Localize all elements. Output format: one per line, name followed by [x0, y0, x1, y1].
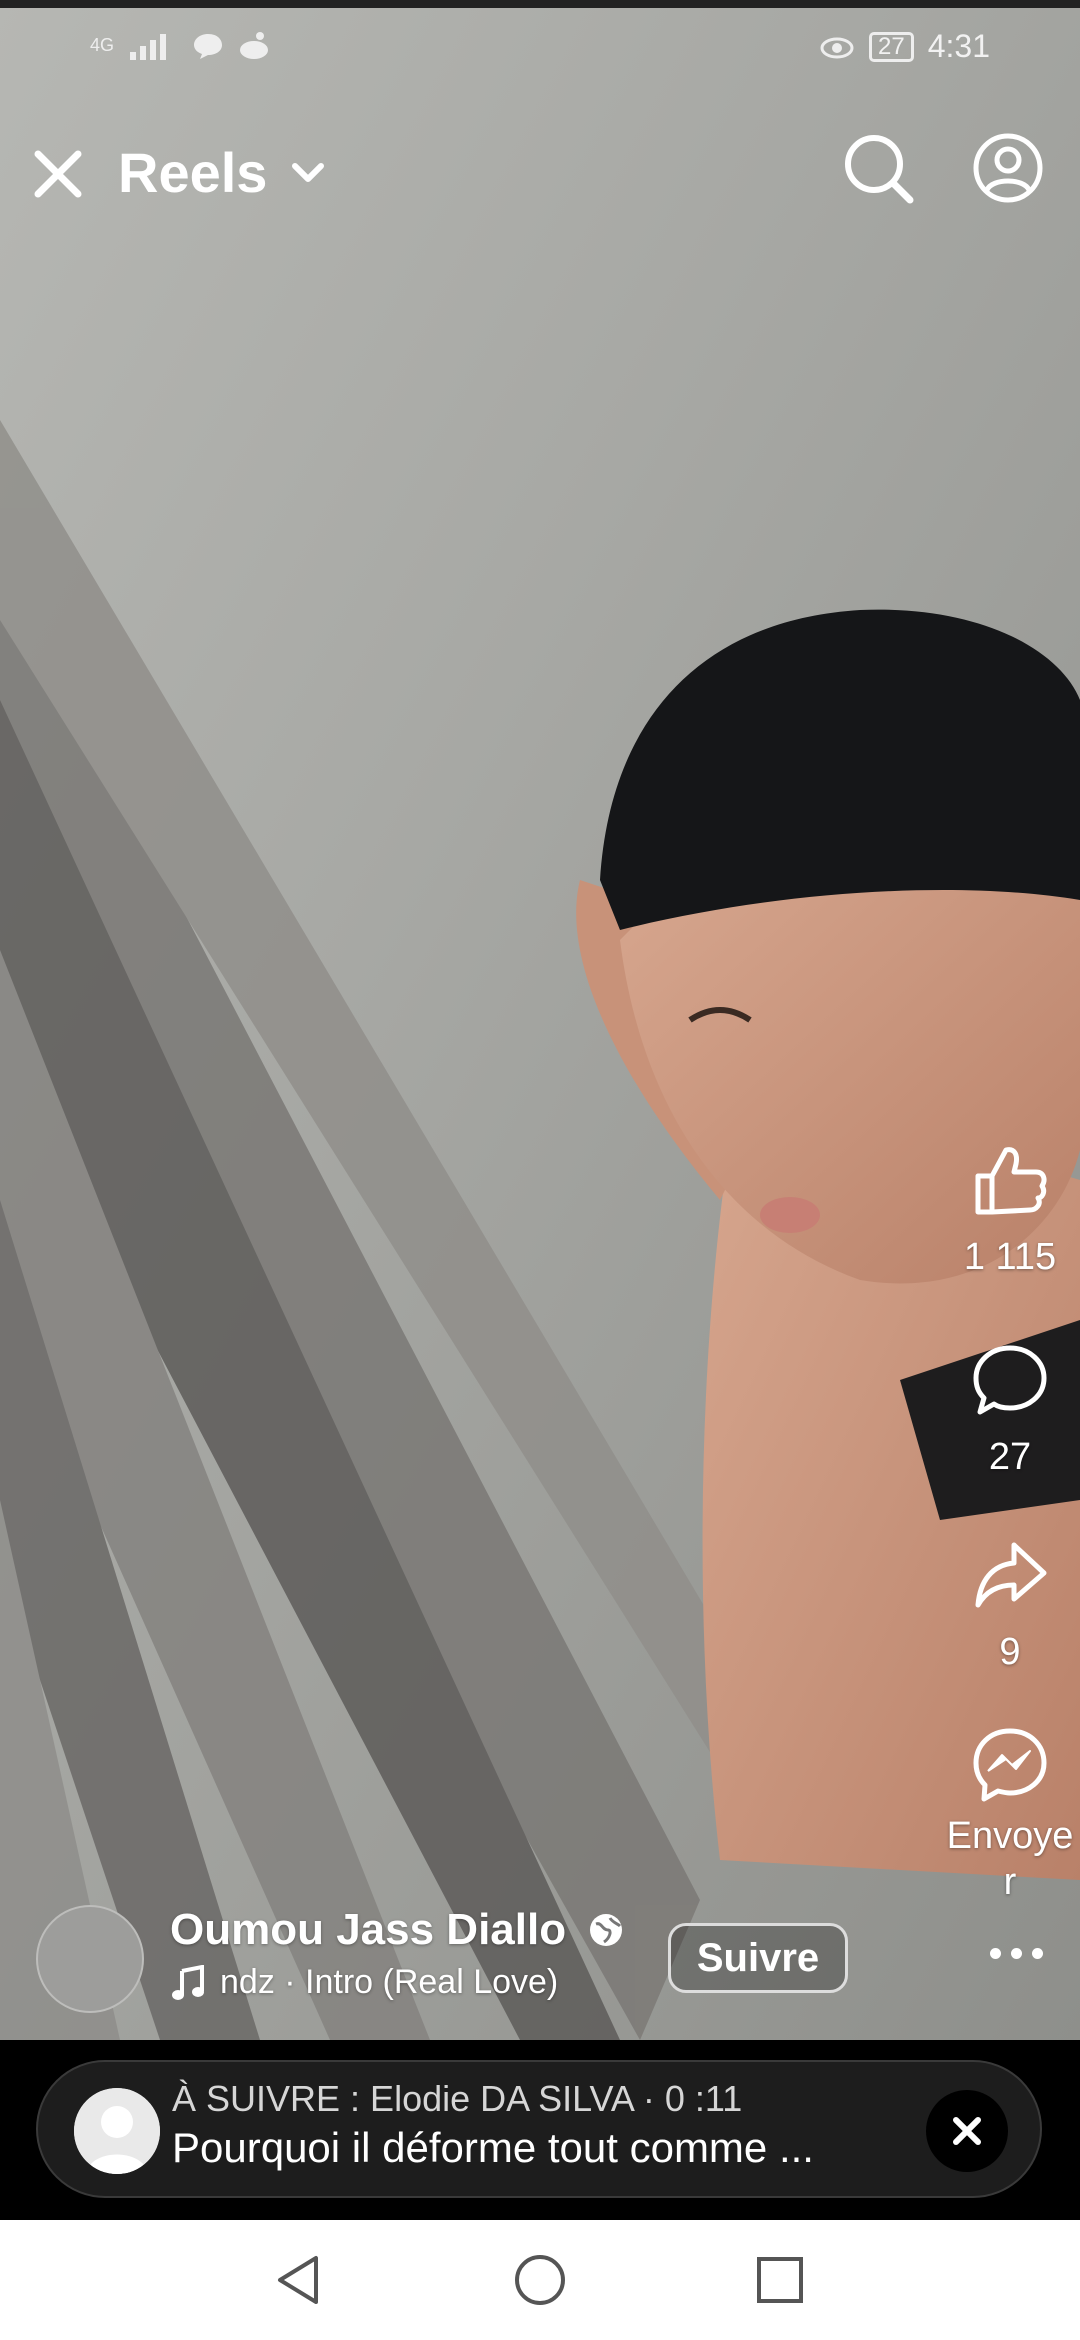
- like-count: 1 115: [963, 1236, 1057, 1278]
- back-triangle-icon: [278, 2256, 318, 2304]
- up-next-label: À SUIVRE : Elodie DA SILVA · 0 :11: [172, 2078, 743, 2119]
- recents-square-icon: [757, 2257, 803, 2303]
- share-button[interactable]: 9: [940, 1535, 1080, 1674]
- share-count: 9: [999, 1631, 1021, 1673]
- up-next-area: À SUIVRE : Elodie DA SILVA · 0 :11 Pourq…: [0, 2040, 1080, 2220]
- search-button[interactable]: [840, 130, 916, 206]
- author-info: Oumou Jass Diallo ndz · Intro (Real Love…: [36, 1905, 1043, 2015]
- up-next-close-button[interactable]: [926, 2090, 1008, 2172]
- globe-icon: [590, 1914, 623, 1946]
- author-name: Oumou Jass Diallo: [170, 1905, 567, 1954]
- clock: 4:31: [927, 28, 990, 64]
- chat-notification-icon: [194, 34, 223, 59]
- page-title: Reels: [118, 141, 268, 204]
- thumbs-up-icon: [975, 1147, 1047, 1215]
- music-note-icon: [172, 1964, 204, 2000]
- more-dot-icon: [1010, 1947, 1022, 1959]
- messenger-icon: [973, 1728, 1047, 1802]
- up-next-avatar: [74, 2088, 160, 2174]
- comment-icon: [973, 1345, 1047, 1415]
- author-name-row[interactable]: Oumou Jass Diallo: [170, 1905, 624, 1955]
- app-notification-icon: [240, 32, 269, 59]
- reel-video[interactable]: [0, 0, 1080, 2040]
- more-dot-icon: [989, 1947, 1001, 1959]
- network-label: 4G: [90, 34, 115, 55]
- send-messenger-button[interactable]: Envoye r: [940, 1725, 1080, 1905]
- more-options-button[interactable]: [976, 1933, 1056, 1973]
- home-button[interactable]: [510, 2250, 570, 2310]
- system-nav-bar: [0, 2220, 1080, 2340]
- signal-icon: [130, 34, 167, 60]
- music-title: ndz · Intro (Real Love): [220, 1963, 559, 2001]
- profile-button[interactable]: [970, 130, 1046, 206]
- more-dot-icon: [1031, 1947, 1043, 1959]
- status-right: 27 4:31: [819, 28, 990, 65]
- status-left: 4G: [90, 30, 270, 60]
- video-frame: [0, 0, 1080, 2040]
- battery-indicator: 27: [869, 31, 914, 62]
- comment-button[interactable]: 27: [940, 1340, 1080, 1479]
- share-arrow-icon: [975, 1542, 1047, 1608]
- send-label: Envoye r: [946, 1815, 1074, 1903]
- up-next-card[interactable]: À SUIVRE : Elodie DA SILVA · 0 :11 Pourq…: [36, 2060, 1042, 2198]
- status-bar: 4G 27 4:31: [0, 0, 1080, 80]
- avatar[interactable]: [36, 1905, 144, 2013]
- comment-count: 27: [988, 1436, 1032, 1478]
- close-button[interactable]: [30, 140, 90, 200]
- close-icon: [34, 150, 82, 198]
- up-next-title: Pourquoi il déforme tout comme ...: [172, 2124, 814, 2171]
- top-bar: Reels: [0, 130, 1080, 220]
- reels-title-dropdown[interactable]: Reels: [118, 140, 325, 205]
- like-button[interactable]: 1 115: [940, 1140, 1080, 1279]
- default-avatar-icon: [74, 2088, 160, 2174]
- profile-icon: [973, 133, 1043, 203]
- home-circle-icon: [515, 2255, 565, 2305]
- eye-comfort-icon: [820, 37, 854, 58]
- follow-button[interactable]: Suivre: [668, 1923, 848, 1993]
- music-row[interactable]: ndz · Intro (Real Love): [170, 1963, 558, 2002]
- recents-button[interactable]: [750, 2250, 810, 2310]
- search-icon: [845, 135, 914, 204]
- chevron-down-icon: [292, 162, 325, 182]
- back-button[interactable]: [270, 2250, 330, 2310]
- close-icon: [953, 2117, 981, 2145]
